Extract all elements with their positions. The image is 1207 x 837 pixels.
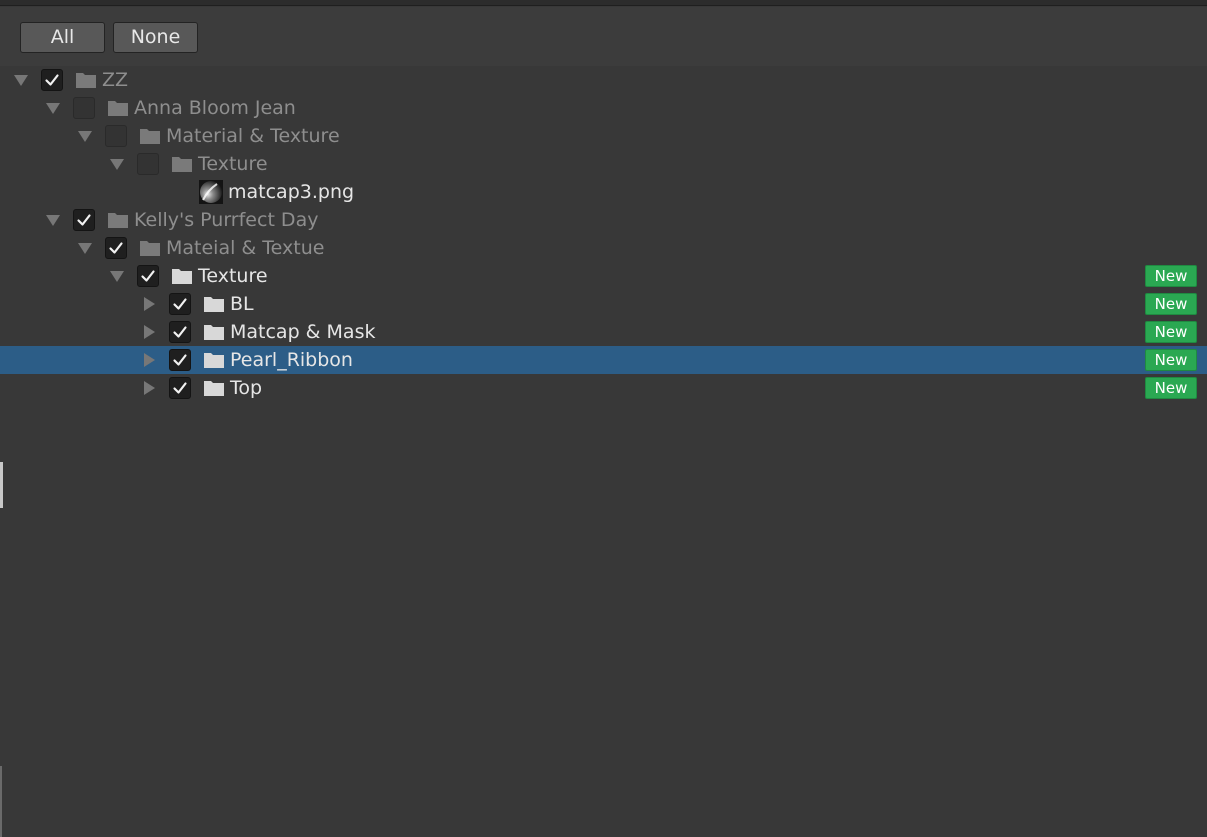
- tree-row[interactable]: Pearl_Ribbon New: [0, 346, 1207, 374]
- tree-row[interactable]: matcap3.png: [0, 178, 1207, 206]
- tree-item-label: Anna Bloom Jean: [134, 97, 296, 119]
- triangle-right-icon[interactable]: [141, 352, 157, 368]
- tree-row[interactable]: Texture: [0, 150, 1207, 178]
- image-thumbnail-icon: [199, 180, 223, 204]
- include-checkbox[interactable]: [73, 209, 95, 231]
- new-badge: New: [1145, 377, 1197, 399]
- include-checkbox[interactable]: [105, 125, 127, 147]
- triangle-right-icon[interactable]: [141, 324, 157, 340]
- checkmark-icon: [173, 382, 187, 394]
- triangle-down-icon[interactable]: [13, 72, 29, 88]
- folder-icon: [107, 211, 129, 229]
- triangle-down-icon[interactable]: [109, 268, 125, 284]
- tree-row[interactable]: ZZ: [0, 66, 1207, 94]
- include-checkbox[interactable]: [137, 265, 159, 287]
- triangle-right-icon[interactable]: [141, 296, 157, 312]
- folder-icon: [75, 71, 97, 89]
- folder-icon: [203, 351, 225, 369]
- include-checkbox[interactable]: [41, 69, 63, 91]
- import-package-window: All None ZZ Anna Bloom Jean Material & Tex…: [0, 0, 1207, 837]
- checkmark-icon: [77, 214, 91, 226]
- triangle-down-icon[interactable]: [109, 156, 125, 172]
- include-checkbox[interactable]: [137, 153, 159, 175]
- tree-item-label: Top: [230, 377, 263, 399]
- folder-icon: [171, 155, 193, 173]
- checkmark-icon: [45, 74, 59, 86]
- tree-item-label: Mateial & Textue: [166, 237, 325, 259]
- include-checkbox[interactable]: [169, 377, 191, 399]
- tree-item-label: BL: [230, 293, 254, 315]
- include-checkbox[interactable]: [105, 237, 127, 259]
- checkmark-icon: [173, 354, 187, 366]
- folder-icon: [203, 379, 225, 397]
- folder-icon: [139, 127, 161, 145]
- new-badge: New: [1145, 321, 1197, 343]
- window-edge-handle: [0, 462, 3, 508]
- package-tree: ZZ Anna Bloom Jean Material & Texture Textu…: [0, 66, 1207, 837]
- tree-item-label: Material & Texture: [166, 125, 340, 147]
- new-badge: New: [1145, 293, 1197, 315]
- triangle-down-icon[interactable]: [77, 240, 93, 256]
- tree-row[interactable]: Material & Texture: [0, 122, 1207, 150]
- triangle-right-icon[interactable]: [141, 380, 157, 396]
- tree-item-label: Texture: [198, 153, 268, 175]
- tree-item-label: Texture: [198, 265, 268, 287]
- tree-item-label: Pearl_Ribbon: [230, 349, 353, 371]
- include-checkbox[interactable]: [169, 349, 191, 371]
- checkmark-icon: [173, 298, 187, 310]
- new-badge: New: [1145, 349, 1197, 371]
- tree-row[interactable]: Matcap & Mask New: [0, 318, 1207, 346]
- folder-icon: [107, 99, 129, 117]
- triangle-down-icon[interactable]: [77, 128, 93, 144]
- tree-row[interactable]: Mateial & Textue: [0, 234, 1207, 262]
- folder-icon: [203, 323, 225, 341]
- top-divider: [0, 0, 1207, 6]
- tree-row[interactable]: Kelly's Purrfect Day: [0, 206, 1207, 234]
- selection-toolbar: All None: [0, 7, 1207, 66]
- tree-item-label: Kelly's Purrfect Day: [134, 209, 319, 231]
- new-badge: New: [1145, 265, 1197, 287]
- checkmark-icon: [141, 270, 155, 282]
- tree-row[interactable]: Anna Bloom Jean: [0, 94, 1207, 122]
- select-none-button[interactable]: None: [113, 22, 198, 53]
- include-checkbox[interactable]: [169, 321, 191, 343]
- tree-row[interactable]: Texture New: [0, 262, 1207, 290]
- folder-icon: [139, 239, 161, 257]
- tree-item-label: matcap3.png: [228, 181, 355, 203]
- tree-row[interactable]: Top New: [0, 374, 1207, 402]
- folder-icon: [171, 267, 193, 285]
- checkmark-icon: [109, 242, 123, 254]
- tree-item-label: Matcap & Mask: [230, 321, 376, 343]
- tree-row[interactable]: BL New: [0, 290, 1207, 318]
- checkmark-icon: [173, 326, 187, 338]
- tree-item-label: ZZ: [102, 69, 129, 91]
- window-edge-line: [0, 766, 2, 837]
- select-all-button[interactable]: All: [20, 22, 105, 53]
- include-checkbox[interactable]: [169, 293, 191, 315]
- include-checkbox[interactable]: [73, 97, 95, 119]
- triangle-down-icon[interactable]: [45, 212, 61, 228]
- folder-icon: [203, 295, 225, 313]
- triangle-down-icon[interactable]: [45, 100, 61, 116]
